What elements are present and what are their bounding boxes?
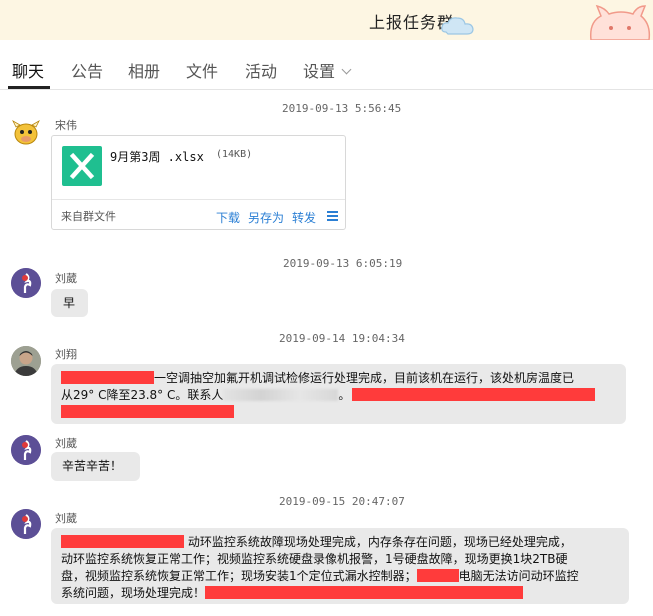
message-text: 电脑无法访问动环监控 — [458, 569, 579, 583]
file-card-divider — [52, 199, 345, 200]
person-photo-avatar-icon — [11, 346, 41, 376]
avatar[interactable] — [11, 346, 41, 376]
title-bar: 上报任务群 — [0, 0, 653, 40]
message-timestamp: 2019-09-13 6:05:19 — [283, 257, 403, 270]
tab-activities[interactable]: 活动 — [245, 58, 277, 82]
message-line: 一空调抽空加氟开机调试检修运行处理完成，目前该机在运行，该处机房温度已 — [61, 370, 626, 387]
message-text: 动环监控系统故障现场处理完成，内存条存在问题，现场已经处理完成， — [184, 535, 572, 549]
message-line: 从29° C降至23.8° C。联系人 。 — [61, 387, 626, 404]
file-name[interactable]: 9月第3周 .xlsx — [110, 148, 204, 165]
sender-name: 刘翔 — [55, 348, 77, 361]
message-bubble: 一空调抽空加氟开机调试检修运行处理完成，目前该机在运行，该处机房温度已 从29°… — [51, 364, 626, 424]
forward-link[interactable]: 转发 — [292, 209, 316, 226]
flower-avatar-icon — [11, 509, 41, 539]
redacted-block — [61, 535, 184, 548]
pig-decoration-icon — [589, 4, 651, 40]
message-line — [61, 404, 626, 421]
file-source: 来自群文件 — [61, 210, 116, 223]
redacted-block — [205, 586, 524, 599]
message-line: 盘，视频监控系统恢复正常工作；现场安装1个定位式漏水控制器； 电脑无法访问动环监控 — [61, 568, 629, 585]
tab-settings-label: 设置 — [303, 62, 336, 81]
file-attachment-card[interactable]: 9月第3周 .xlsx (14KB) 来自群文件 下载 另存为 转发 — [51, 135, 346, 230]
message-text: 从29° C降至23.8° C。联系人 — [61, 388, 224, 402]
file-size: (14KB) — [216, 149, 253, 160]
more-menu-icon[interactable] — [327, 211, 338, 221]
excel-file-icon — [62, 146, 102, 186]
message-timestamp: 2019-09-15 20:47:07 — [279, 495, 405, 508]
message-bubble: 辛苦辛苦！ — [51, 452, 140, 481]
message-text: 辛苦辛苦！ — [62, 459, 123, 473]
avatar[interactable] — [11, 268, 41, 298]
message-bubble: 动环监控系统故障现场处理完成，内存条存在问题，现场已经处理完成， 动环监控系统恢… — [51, 528, 629, 604]
sender-name: 刘葳 — [55, 512, 77, 525]
sender-name: 宋伟 — [55, 119, 77, 132]
message-text: 盘，视频监控系统恢复正常工作；现场安装1个定位式漏水控制器； — [61, 569, 417, 583]
avatar[interactable] — [11, 509, 41, 539]
redacted-block — [61, 371, 154, 384]
message-text: 早 — [63, 296, 76, 310]
sender-name: 刘葳 — [55, 437, 77, 450]
tab-announcement[interactable]: 公告 — [71, 58, 103, 82]
tab-bar: 聊天 公告 相册 文件 活动 设置 — [0, 40, 653, 90]
message-line: 动环监控系统故障现场处理完成，内存条存在问题，现场已经处理完成， — [61, 534, 629, 551]
message-text: 一空调抽空加氟开机调试检修运行处理完成，目前该机在运行，该处机房温度已 — [154, 371, 575, 385]
chevron-down-icon — [341, 64, 352, 75]
message-text: 系统问题，现场处理完成！ — [61, 586, 206, 600]
sender-name: 刘葳 — [55, 272, 77, 285]
blurred-block — [223, 389, 339, 401]
flower-avatar-icon — [11, 435, 41, 465]
redacted-block — [352, 388, 596, 401]
message-line: 系统问题，现场处理完成！ — [61, 585, 629, 602]
tab-settings[interactable]: 设置 — [303, 58, 352, 82]
message-text: 。 — [338, 388, 351, 402]
avatar[interactable] — [11, 117, 41, 147]
save-as-link[interactable]: 另存为 — [248, 209, 284, 226]
cartoon-cow-avatar-icon — [12, 119, 40, 145]
tab-album[interactable]: 相册 — [128, 58, 160, 82]
tab-files[interactable]: 文件 — [186, 58, 218, 82]
flower-avatar-icon — [11, 268, 41, 298]
active-tab-indicator — [8, 86, 50, 89]
message-bubble: 早 — [51, 289, 88, 317]
tab-chat[interactable]: 聊天 — [12, 58, 44, 82]
message-text: 动环监控系统恢复正常工作；视频监控系统硬盘录像机报警，1号硬盘故障，现场更换1块… — [61, 552, 568, 566]
cloud-decoration-icon — [441, 17, 474, 35]
message-timestamp: 2019-09-13 5:56:45 — [282, 102, 402, 115]
redacted-block — [61, 405, 234, 418]
redacted-block — [416, 569, 459, 582]
avatar[interactable] — [11, 435, 41, 465]
message-timestamp: 2019-09-14 19:04:34 — [279, 332, 405, 345]
download-link[interactable]: 下载 — [216, 209, 240, 226]
